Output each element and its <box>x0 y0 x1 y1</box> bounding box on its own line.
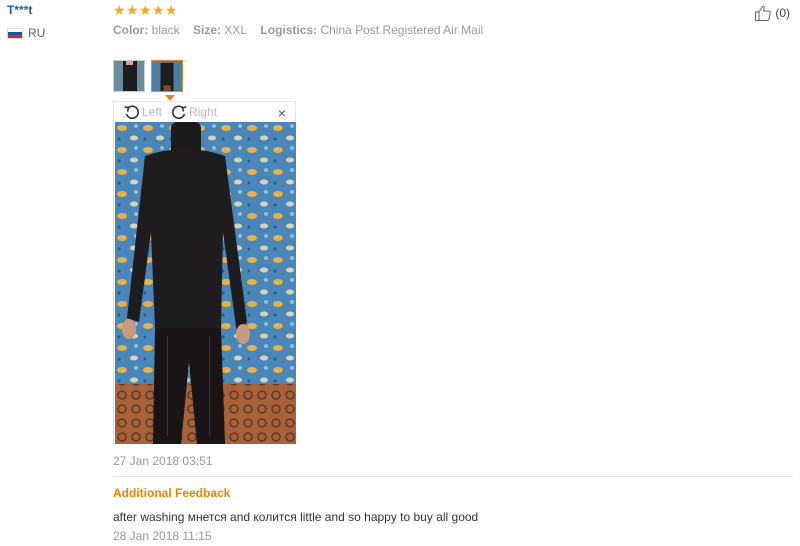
star-icon: ★ <box>113 2 126 18</box>
reviewer-name[interactable]: T***t <box>7 3 32 17</box>
divider <box>113 476 793 477</box>
rotate-left-button[interactable]: Left <box>123 104 162 120</box>
star-rating: ★ ★ ★ ★ ★ <box>113 3 178 17</box>
rotate-right-button[interactable]: Right <box>170 104 217 120</box>
rotate-right-icon <box>171 105 187 120</box>
order-attributes: Color: black Size: XXL Logistics: China … <box>113 23 493 37</box>
additional-feedback-date: 28 Jan 2018 11:15 <box>113 529 212 543</box>
additional-feedback-text: after washing мнется and колится little … <box>113 510 479 524</box>
attr-size-value: XXL <box>224 23 248 37</box>
attr-color-value: black <box>151 23 180 37</box>
star-icon: ★ <box>126 2 139 18</box>
helpful-button[interactable]: (0) <box>754 4 790 22</box>
attr-color-key: Color: <box>113 23 149 37</box>
star-icon: ★ <box>139 2 152 18</box>
review-photo[interactable] <box>115 122 296 444</box>
attr-size-key: Size: <box>193 23 222 37</box>
helpful-count: (0) <box>775 6 790 20</box>
reviewer-country: RU <box>7 26 45 40</box>
rotate-right-label: Right <box>189 105 218 119</box>
rotate-left-icon <box>124 105 140 120</box>
photo-thumbnail[interactable] <box>113 60 145 92</box>
thumbs-up-icon <box>755 5 772 21</box>
rotate-left-label: Left <box>142 105 163 119</box>
photo-thumbnails <box>113 60 183 92</box>
photo-viewer: Left Right × <box>113 101 296 444</box>
review-date: 27 Jan 2018 03:51 <box>113 454 213 468</box>
attr-logistics-key: Logistics: <box>260 23 318 37</box>
russia-flag-icon <box>7 27 23 39</box>
attr-logistics-value: China Post Registered Air Mail <box>320 23 484 37</box>
additional-feedback-title: Additional Feedback <box>113 486 231 500</box>
country-code: RU <box>28 26 46 40</box>
star-icon: ★ <box>152 2 165 18</box>
close-icon[interactable]: × <box>278 105 286 121</box>
photo-thumbnail-selected[interactable] <box>151 60 183 92</box>
viewer-toolbar: Left Right × <box>114 102 295 122</box>
star-icon: ★ <box>165 2 178 18</box>
